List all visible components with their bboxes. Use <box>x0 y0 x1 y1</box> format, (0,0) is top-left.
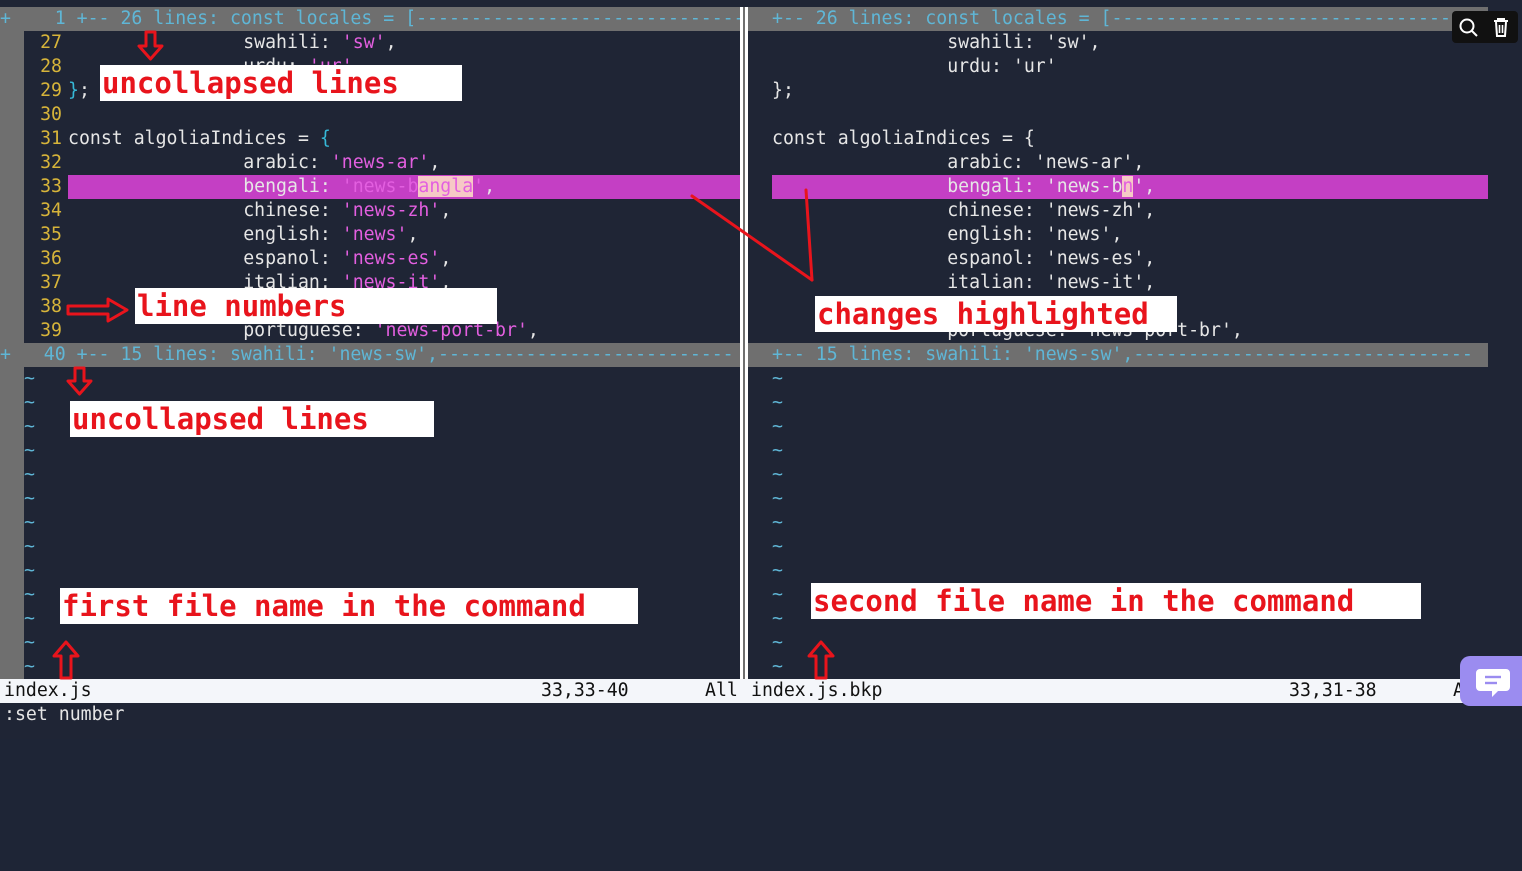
search-icon[interactable] <box>1456 15 1482 39</box>
editor-toolbar <box>1452 11 1518 43</box>
annotation-arrows <box>52 30 835 680</box>
arrow-right-icon <box>66 297 129 323</box>
arrow-up-icon <box>807 640 835 680</box>
terminal-window: + 1 +-- 26 lines: const locales = [-----… <box>0 0 1522 739</box>
chat-bubble-icon <box>1476 669 1510 697</box>
arrow-up-icon <box>52 640 80 680</box>
chat-button[interactable] <box>1460 656 1522 706</box>
arrow-down-icon <box>137 30 164 61</box>
trash-icon[interactable] <box>1488 15 1514 39</box>
arrow-down-icon <box>66 366 93 396</box>
